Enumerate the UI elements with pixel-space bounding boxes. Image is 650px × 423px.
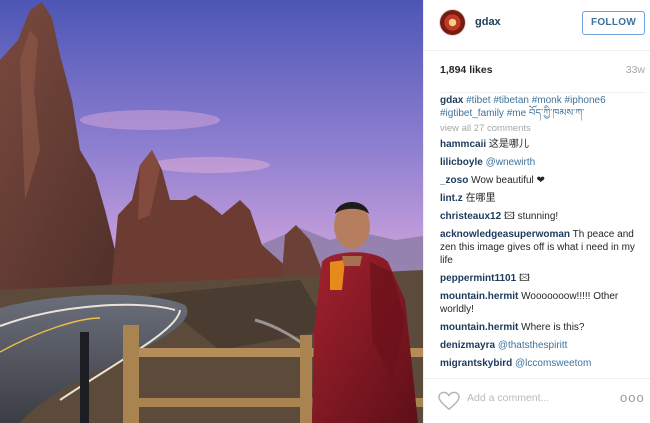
caption-text[interactable]: #tibet #tibetan #monk #iphone6 #igtibet_… [440, 95, 606, 119]
post-stats: 1,894 likes 33w [440, 64, 645, 80]
comment-item: mountain.hermit Where is this? [440, 321, 645, 334]
comment-text: Wow beautiful ❤ [471, 175, 545, 186]
post-age[interactable]: 33w [626, 64, 645, 76]
heart-icon[interactable] [438, 391, 460, 411]
comment-item: lint.z 在哪里 [440, 192, 645, 205]
comment-text: @lccomsweetom [515, 358, 592, 369]
caption-username[interactable]: gdax [440, 95, 463, 106]
post-author-username[interactable]: gdax [475, 16, 501, 28]
comment-item: christeaux12 🖾 stunning! [440, 210, 645, 223]
post-footer: Add a comment... ooo [424, 378, 650, 423]
comment-item: denizmayra @thatsthespiritt [440, 339, 645, 352]
comment-text: @thatsthespiritt [497, 340, 568, 351]
comment-item: peppermint1101 🖾 [440, 272, 645, 285]
comment-username[interactable]: hammcaii [440, 139, 486, 150]
comment-text: 🖾 [518, 273, 530, 284]
comment-username[interactable]: peppermint1101 [440, 273, 516, 284]
comment-item: migrantskybird @lccomsweetom [440, 357, 645, 370]
comment-username[interactable]: lilicboyle [440, 157, 483, 168]
comment-item: lilicboyle @wnewirth [440, 156, 645, 169]
post-photo [0, 0, 423, 423]
comment-item: acknowledgeasuperwoman Th peace and zen … [440, 228, 645, 267]
post-header: gdax FOLLOW [424, 0, 650, 51]
view-all-comments-link[interactable]: view all 27 comments [440, 123, 645, 134]
comment-text: Where is this? [521, 322, 585, 333]
comment-text: 这是哪儿 [488, 139, 529, 150]
photo-scene [0, 0, 423, 423]
follow-button[interactable]: FOLLOW [582, 11, 645, 35]
comment-item: hammcaii 这是哪儿 [440, 138, 645, 151]
likes-count[interactable]: 1,894 likes [440, 64, 493, 76]
comment-item: mountain.hermit Wooooooow!!!!! Other wor… [440, 290, 645, 316]
post-details-panel: gdax FOLLOW 1,894 likes 33w gdax #tibet … [423, 0, 650, 423]
comment-username[interactable]: christeaux12 [440, 211, 501, 222]
comment-username[interactable]: acknowledgeasuperwoman [440, 229, 570, 240]
comment-text: 在哪里 [465, 193, 496, 204]
comment-item: _zoso Wow beautiful ❤ [440, 174, 645, 187]
more-options-icon[interactable]: ooo [620, 390, 645, 405]
comment-username[interactable]: _zoso [440, 175, 468, 186]
post-caption: gdax #tibet #tibetan #monk #iphone6 #igt… [440, 94, 645, 120]
avatar[interactable] [439, 9, 466, 36]
comment-username[interactable]: mountain.hermit [440, 291, 518, 302]
add-comment-input[interactable]: Add a comment... [467, 392, 549, 404]
comment-username[interactable]: migrantskybird [440, 358, 512, 369]
comments-list[interactable]: gdax #tibet #tibetan #monk #iphone6 #igt… [440, 92, 645, 378]
comment-text: @wnewirth [485, 157, 536, 168]
comment-username[interactable]: mountain.hermit [440, 322, 518, 333]
comment-username[interactable]: lint.z [440, 193, 463, 204]
comment-username[interactable]: denizmayra [440, 340, 495, 351]
comment-items: hammcaii 这是哪儿 lilicboyle @wnewirth _zoso W… [440, 138, 645, 370]
comment-text: 🖾 stunning! [503, 211, 559, 222]
